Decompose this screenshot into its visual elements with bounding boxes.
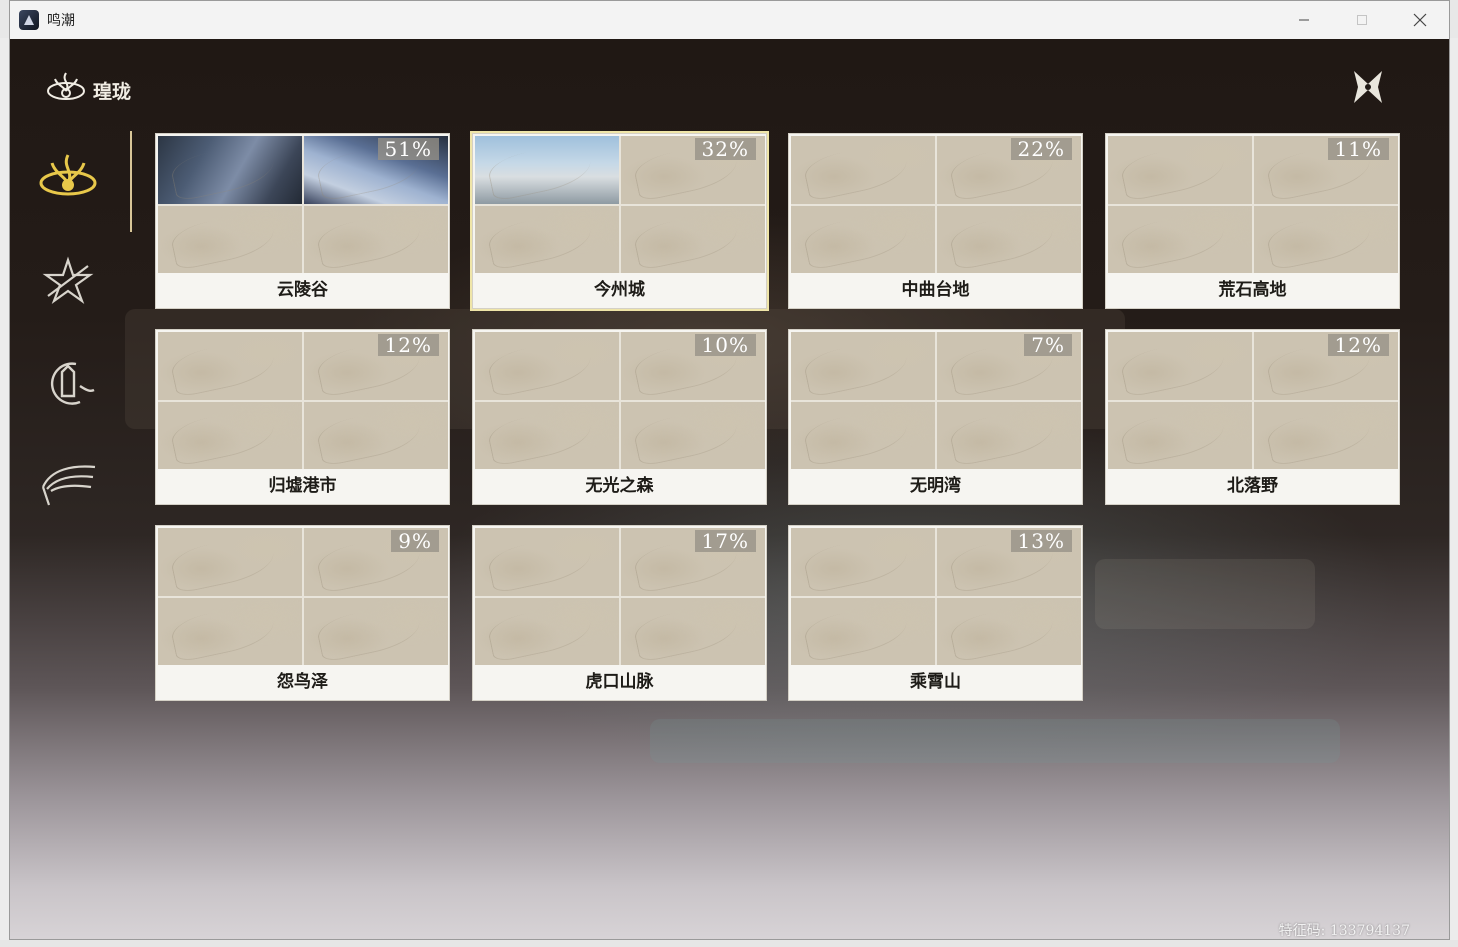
unexplored-map-tile	[1108, 136, 1252, 204]
region-card[interactable]: 32% 今州城	[470, 131, 769, 311]
region-card[interactable]: 9% 怨鸟泽	[155, 525, 450, 701]
unexplored-map-tile	[158, 332, 302, 400]
jinzhou-emblem-icon	[36, 149, 100, 209]
region-name: 怨鸟泽	[277, 672, 328, 692]
region-name: 无光之森	[585, 476, 654, 496]
unexplored-map-tile	[937, 597, 1081, 665]
exploration-percent-badge: 7%	[1024, 334, 1072, 356]
region-card[interactable]: 13% 乘霄山	[788, 525, 1083, 701]
close-x-icon[interactable]	[1348, 67, 1388, 107]
unexplored-map-tile	[475, 205, 619, 273]
game-window: 鸣潮 瑝珑 51% 云陵谷 32% 今州城 22% 中曲台地 11% 荒石高地 …	[9, 0, 1450, 940]
sidebar-item-moon[interactable]	[35, 355, 101, 415]
moon-emblem-icon	[40, 356, 96, 414]
region-name: 无明湾	[910, 476, 961, 496]
star-emblem-icon	[40, 256, 96, 310]
background-blur	[650, 719, 1340, 763]
sidebar-item-star[interactable]	[35, 253, 101, 313]
unexplored-map-tile	[475, 597, 619, 665]
game-viewport: 瑝珑 51% 云陵谷 32% 今州城 22% 中曲台地 11% 荒石高地 12%…	[10, 39, 1449, 939]
unexplored-map-tile	[158, 205, 302, 273]
region-card[interactable]: 51% 云陵谷	[155, 133, 450, 309]
exploration-percent-badge: 32%	[694, 138, 756, 160]
unexplored-map-tile	[158, 528, 302, 596]
unexplored-map-tile	[304, 597, 448, 665]
unexplored-map-tile	[791, 401, 935, 469]
exploration-percent-badge: 9%	[391, 530, 439, 552]
close-icon[interactable]	[1391, 1, 1449, 39]
unexplored-map-tile	[475, 528, 619, 596]
sidebar-selection-line	[130, 131, 132, 232]
region-brand: 瑝珑	[43, 69, 131, 111]
region-name: 虎口山脉	[585, 672, 654, 692]
unexplored-map-tile	[1108, 205, 1252, 273]
desktop-background-right	[1450, 38, 1458, 940]
dragon-emblem-icon	[43, 69, 89, 111]
unexplored-map-tile	[937, 401, 1081, 469]
unexplored-map-tile	[791, 205, 935, 273]
exploration-percent-badge: 51%	[377, 138, 439, 160]
region-name: 今州城	[594, 280, 645, 300]
unexplored-map-tile	[621, 401, 765, 469]
region-card[interactable]: 12% 归墟港市	[155, 329, 450, 505]
unexplored-map-tile	[621, 205, 765, 273]
unexplored-map-tile	[791, 332, 935, 400]
region-card[interactable]: 22% 中曲台地	[788, 133, 1083, 309]
exploration-percent-badge: 11%	[1327, 138, 1389, 160]
app-icon	[19, 10, 39, 30]
unexplored-map-tile	[1254, 205, 1398, 273]
uid-label: 特征码: 133794137	[1278, 923, 1410, 939]
unexplored-map-tile	[158, 401, 302, 469]
exploration-percent-badge: 10%	[694, 334, 756, 356]
unexplored-map-tile	[791, 528, 935, 596]
maximize-icon[interactable]	[1333, 1, 1391, 39]
region-name: 云陵谷	[277, 280, 328, 300]
exploration-percent-badge: 17%	[694, 530, 756, 552]
background-blur	[1095, 559, 1315, 629]
region-name: 北落野	[1227, 476, 1278, 496]
unexplored-map-tile	[475, 401, 619, 469]
region-title: 瑝珑	[93, 80, 132, 103]
explored-map-tile	[158, 136, 302, 204]
unexplored-map-tile	[475, 332, 619, 400]
region-name: 乘霄山	[910, 672, 961, 692]
region-card[interactable]: 10% 无光之森	[472, 329, 767, 505]
region-name: 荒石高地	[1218, 280, 1287, 300]
region-card[interactable]: 7% 无明湾	[788, 329, 1083, 505]
region-name: 归墟港市	[268, 476, 337, 496]
unexplored-map-tile	[158, 597, 302, 665]
exploration-percent-badge: 22%	[1010, 138, 1072, 160]
unexplored-map-tile	[1254, 401, 1398, 469]
unexplored-map-tile	[304, 401, 448, 469]
region-card[interactable]: 17% 虎口山脉	[472, 525, 767, 701]
unexplored-map-tile	[791, 597, 935, 665]
unexplored-map-tile	[791, 136, 935, 204]
region-name: 中曲台地	[901, 280, 970, 300]
unexplored-map-tile	[1108, 401, 1252, 469]
region-card[interactable]: 12% 北落野	[1105, 329, 1400, 505]
taskbar-edge	[0, 940, 1458, 947]
region-card[interactable]: 11% 荒石高地	[1105, 133, 1400, 309]
unexplored-map-tile	[1108, 332, 1252, 400]
exploration-percent-badge: 12%	[1327, 334, 1389, 356]
unexplored-map-tile	[621, 597, 765, 665]
desktop-background-left	[0, 38, 9, 940]
sidebar-item-huanglong[interactable]	[35, 149, 101, 209]
unexplored-map-tile	[304, 205, 448, 273]
exploration-percent-badge: 13%	[1010, 530, 1072, 552]
wing-emblem-icon	[37, 459, 99, 515]
window-title: 鸣潮	[47, 12, 75, 28]
minimize-icon[interactable]	[1275, 1, 1333, 39]
unexplored-map-tile	[937, 205, 1081, 273]
window-titlebar: 鸣潮	[10, 1, 1449, 39]
exploration-percent-badge: 12%	[377, 334, 439, 356]
explored-map-tile	[475, 136, 619, 204]
sidebar-item-wing[interactable]	[35, 457, 101, 517]
